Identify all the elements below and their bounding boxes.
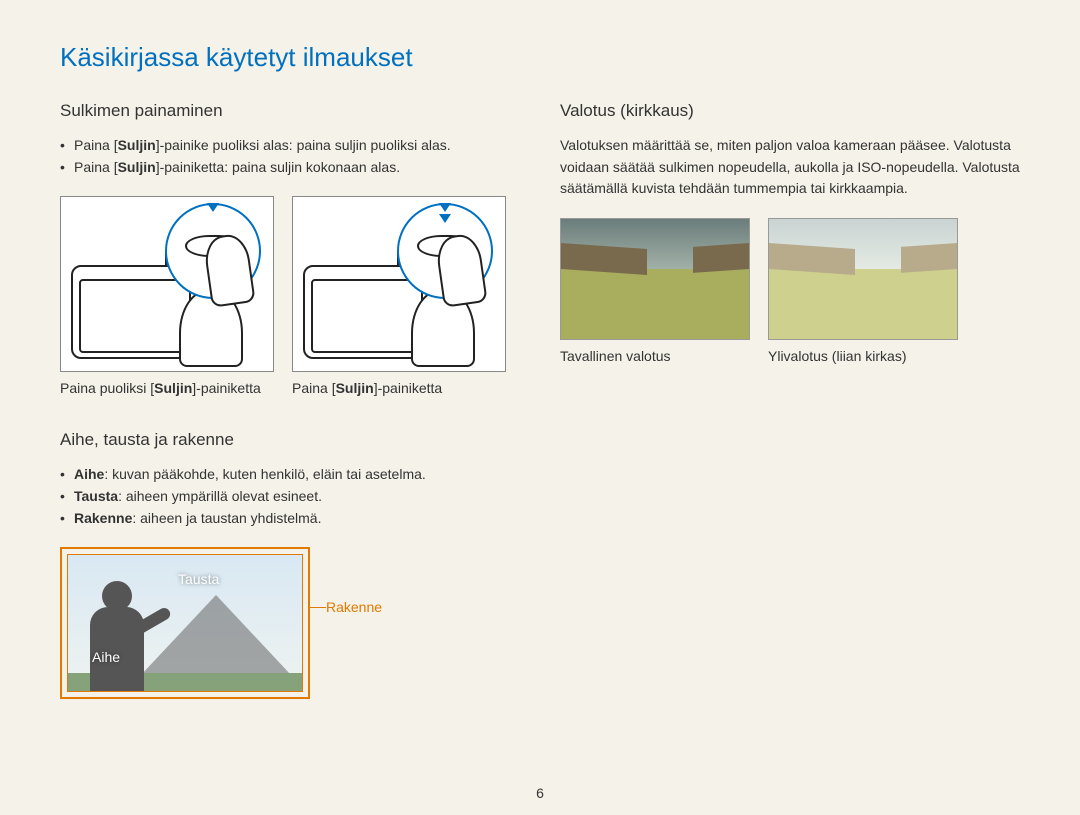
composition-bullet-1: Aihe: kuvan pääkohde, kuten henkilö, elä… xyxy=(60,464,520,486)
shutter-bullet-1: Paina [Suljin]-painike puoliksi alas: pa… xyxy=(60,135,520,157)
text: Paina [ xyxy=(74,159,118,175)
rakenne-label: Rakenne xyxy=(326,599,382,615)
arrow-down-icon xyxy=(439,203,451,212)
camera-full-press-illustration xyxy=(292,196,506,372)
camera-half-press-illustration xyxy=(60,196,274,372)
text: : aiheen ja taustan yhdistelmä. xyxy=(132,510,321,526)
text: ]-painike puoliksi alas: paina suljin pu… xyxy=(156,137,451,153)
text-bold: Suljin xyxy=(154,380,192,396)
text: : kuvan pääkohde, kuten henkilö, eläin t… xyxy=(104,466,425,482)
text: ]-painiketta: paina suljin kokonaan alas… xyxy=(156,159,400,175)
text: : aiheen ympärillä olevat esineet. xyxy=(118,488,322,504)
left-column: Sulkimen painaminen Paina [Suljin]-paini… xyxy=(60,101,520,699)
text: Paina [ xyxy=(74,137,118,153)
shutter-bullets: Paina [Suljin]-painike puoliksi alas: pa… xyxy=(60,135,520,178)
composition-heading: Aihe, tausta ja rakenne xyxy=(60,430,520,450)
exposure-normal-caption: Tavallinen valotus xyxy=(560,348,750,364)
text-bold: Suljin xyxy=(118,137,156,153)
text: Paina puoliksi [ xyxy=(60,380,154,396)
right-column: Valotus (kirkkaus) Valotuksen määrittää … xyxy=(560,101,1020,699)
shutter-figure-full-caption: Paina [Suljin]-painiketta xyxy=(292,380,506,396)
shutter-bullet-2: Paina [Suljin]-painiketta: paina suljin … xyxy=(60,157,520,179)
exposure-over: Ylivalotus (liian kirkas) xyxy=(768,218,958,364)
page-number: 6 xyxy=(0,785,1080,801)
arrow-down-icon xyxy=(439,214,451,223)
shutter-figure-full: Paina [Suljin]-painiketta xyxy=(292,196,506,396)
tausta-label: Tausta xyxy=(178,571,219,587)
subject-silhouette-icon xyxy=(82,581,152,691)
text-bold: Tausta xyxy=(74,488,118,504)
shutter-figures: Paina puoliksi [Suljin]-painiketta xyxy=(60,196,520,396)
shutter-heading: Sulkimen painaminen xyxy=(60,101,520,121)
content-columns: Sulkimen painaminen Paina [Suljin]-paini… xyxy=(60,101,1020,699)
exposure-over-caption: Ylivalotus (liian kirkas) xyxy=(768,348,958,364)
composition-bullet-3: Rakenne: aiheen ja taustan yhdistelmä. xyxy=(60,508,520,530)
shutter-figure-half-caption: Paina puoliksi [Suljin]-painiketta xyxy=(60,380,274,396)
shutter-figure-half: Paina puoliksi [Suljin]-painiketta xyxy=(60,196,274,396)
text-bold: Rakenne xyxy=(74,510,132,526)
text-bold: Suljin xyxy=(118,159,156,175)
exposure-heading: Valotus (kirkkaus) xyxy=(560,101,1020,121)
text: Paina [ xyxy=(292,380,336,396)
composition-figure: Tausta Aihe Rakenne xyxy=(60,547,520,699)
exposure-normal: Tavallinen valotus xyxy=(560,218,750,364)
rakenne-callout: Rakenne xyxy=(326,599,382,615)
text: ]-painiketta xyxy=(192,380,260,396)
exposure-over-photo xyxy=(768,218,958,340)
exposure-normal-photo xyxy=(560,218,750,340)
composition-bullets: Aihe: kuvan pääkohde, kuten henkilö, elä… xyxy=(60,464,520,529)
text: ]-painiketta xyxy=(374,380,442,396)
aihe-label: Aihe xyxy=(92,649,120,665)
page-title: Käsikirjassa käytetyt ilmaukset xyxy=(60,42,1020,73)
rakenne-connector-line xyxy=(310,607,326,608)
exposure-figures: Tavallinen valotus Ylivalotus (liian kir… xyxy=(560,218,1020,364)
composition-frame: Tausta Aihe xyxy=(60,547,310,699)
text-bold: Aihe xyxy=(74,466,104,482)
arrow-down-icon xyxy=(207,203,219,212)
exposure-paragraph: Valotuksen määrittää se, miten paljon va… xyxy=(560,135,1020,200)
composition-bullet-2: Tausta: aiheen ympärillä olevat esineet. xyxy=(60,486,520,508)
text-bold: Suljin xyxy=(336,380,374,396)
